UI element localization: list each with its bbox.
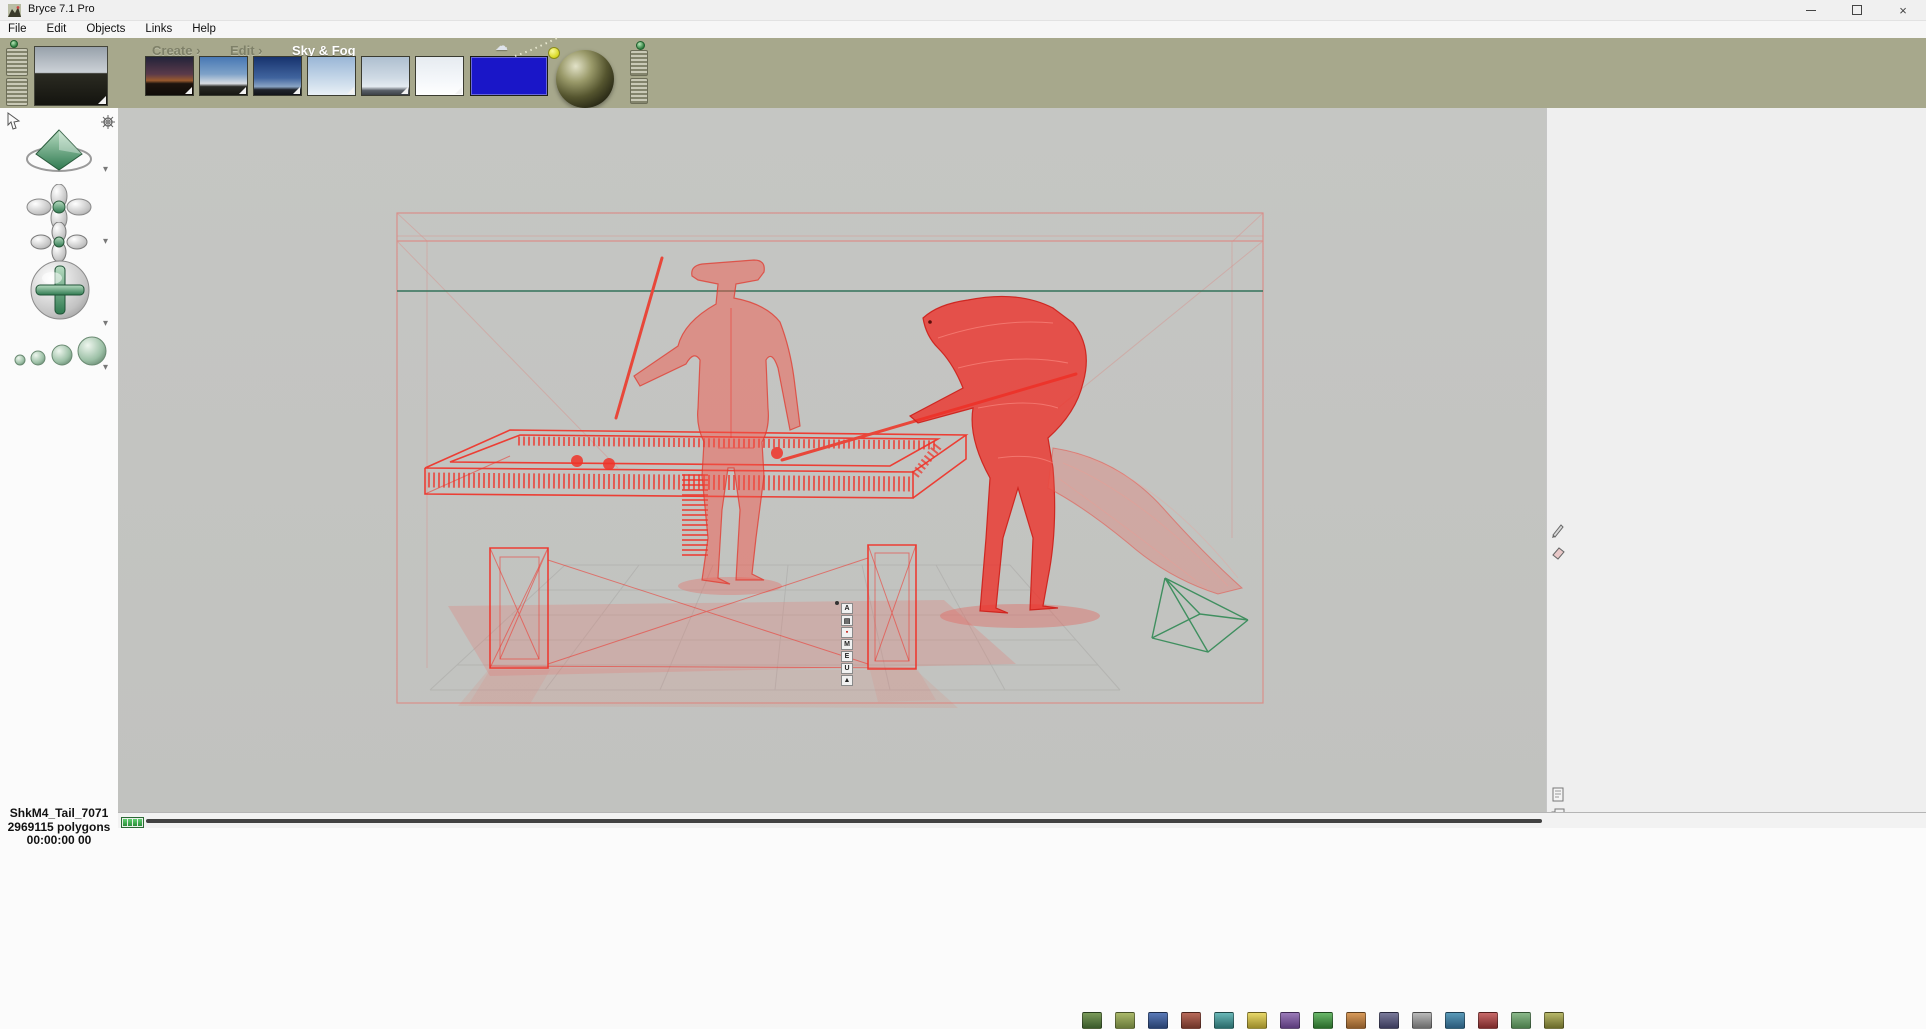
menu-help[interactable]: Help xyxy=(182,21,226,38)
chevron-down-icon[interactable]: ▾ xyxy=(103,236,108,247)
shark-tail-wireframe[interactable] xyxy=(1047,447,1244,595)
status-block: ShkM4_Tail_7071 2969115 polygons 00:00:0… xyxy=(0,806,118,847)
toolbar-right-stack-2[interactable] xyxy=(630,78,648,104)
sun-position-dot[interactable] xyxy=(548,47,560,59)
sky-preset-thumbnail-2[interactable] xyxy=(199,56,248,96)
menu-links[interactable]: Links xyxy=(135,21,182,38)
close-icon: × xyxy=(1899,2,1907,18)
sky-preset-thumbnail-3[interactable] xyxy=(253,56,302,96)
up-arrow-button[interactable]: ▲ xyxy=(841,675,853,686)
camera-orbit-control[interactable] xyxy=(26,222,92,262)
camera-palette: ▾ ▾ ▾ ▾ xyxy=(0,108,119,1029)
unity-button[interactable]: U xyxy=(841,663,853,674)
sky-preset-thumbnail-5[interactable] xyxy=(361,56,410,96)
viewport-canvas[interactable] xyxy=(118,108,1546,812)
render-progress-indicator xyxy=(121,817,144,828)
family-button[interactable]: ▤ xyxy=(841,615,853,626)
pencil-icon[interactable] xyxy=(1550,522,1566,538)
bottom-palette-icon-12[interactable] xyxy=(1445,1012,1465,1029)
sky-preset-thumbnail-6[interactable] xyxy=(415,56,464,96)
polygon-count: 2969115 polygons xyxy=(7,820,111,834)
sky-preset-thumbnail-1[interactable] xyxy=(145,56,194,96)
menu-edit[interactable]: Edit xyxy=(37,21,77,38)
preset-corner-handle[interactable] xyxy=(455,87,462,94)
app-icon xyxy=(8,4,21,17)
toolbar-left-stack-1[interactable] xyxy=(6,48,28,76)
horizontal-scrollbar[interactable] xyxy=(146,819,1542,823)
bottom-palette-icon-15[interactable] xyxy=(1544,1012,1564,1029)
preset-corner-handle[interactable] xyxy=(239,87,246,94)
sky-preset-thumbnail-4[interactable] xyxy=(307,56,356,96)
scroll-strip xyxy=(118,812,1926,829)
bottom-palette-icon-5[interactable] xyxy=(1214,1012,1234,1029)
toolbar-left-indicator[interactable] xyxy=(10,40,18,48)
cloud-icon[interactable]: ☁ xyxy=(495,38,508,54)
bottom-palette-icon-9[interactable] xyxy=(1346,1012,1366,1029)
toolbar-right-indicator[interactable] xyxy=(636,41,645,50)
menu-bar: File Edit Objects Links Help xyxy=(0,21,1926,39)
memory-dots-control[interactable] xyxy=(8,330,112,370)
maximize-button[interactable] xyxy=(1834,0,1880,20)
bottom-palette-icon-4[interactable] xyxy=(1181,1012,1201,1029)
pool-ball[interactable] xyxy=(603,458,615,470)
bottom-palette-icon-8[interactable] xyxy=(1313,1012,1333,1029)
pool-ball[interactable] xyxy=(771,447,783,459)
main-toolbar: Create › Edit › Sky & Fog ☁ xyxy=(0,37,1926,109)
gear-icon[interactable] xyxy=(100,114,116,130)
sky-color-swatch[interactable] xyxy=(470,56,548,96)
title-bar: Bryce 7.1 Pro × xyxy=(0,0,1926,21)
camera-trackball-control[interactable] xyxy=(28,258,92,322)
maximize-icon xyxy=(1852,5,1862,15)
origin-handle-dot[interactable] xyxy=(835,601,839,605)
menu-objects[interactable]: Objects xyxy=(76,21,135,38)
wireframe-scene xyxy=(396,212,1264,708)
bottom-palette-icon-13[interactable] xyxy=(1478,1012,1498,1029)
preset-corner-handle[interactable] xyxy=(347,87,354,94)
bottom-palette-row xyxy=(1082,1012,1564,1029)
nano-preview[interactable] xyxy=(34,46,108,106)
bottom-palette-icon-11[interactable] xyxy=(1412,1012,1432,1029)
sun-sky-dome-control[interactable] xyxy=(556,50,614,108)
preview-corner-handle[interactable] xyxy=(98,96,106,104)
attributes-button[interactable]: A xyxy=(841,603,853,614)
material-button[interactable]: M xyxy=(841,639,853,650)
window-title: Bryce 7.1 Pro xyxy=(28,3,95,15)
bottom-palette-icon-6[interactable] xyxy=(1247,1012,1267,1029)
bottom-palette-icon-3[interactable] xyxy=(1148,1012,1168,1029)
pool-ball[interactable] xyxy=(571,455,583,467)
camera-view-control[interactable] xyxy=(18,126,100,178)
page-icon[interactable] xyxy=(1550,786,1566,802)
minimize-icon xyxy=(1806,9,1816,11)
object-attribute-toolbar: A ▤ ▪ M E U ▲ xyxy=(841,603,854,686)
render-time: 00:00:00 00 xyxy=(26,833,92,847)
chevron-down-icon[interactable]: ▾ xyxy=(103,318,108,329)
preset-corner-handle[interactable] xyxy=(401,87,408,94)
toolbar-right-stack-1[interactable] xyxy=(630,50,648,76)
link-button[interactable]: ▪ xyxy=(841,627,853,638)
figure-hammerhead-standing[interactable] xyxy=(633,259,801,585)
edit-button[interactable]: E xyxy=(841,651,853,662)
selected-object-name: ShkM4_Tail_7071 xyxy=(9,806,109,820)
bottom-palette-icon-14[interactable] xyxy=(1511,1012,1531,1029)
bottom-palette-icon-1[interactable] xyxy=(1082,1012,1102,1029)
preset-corner-handle[interactable] xyxy=(293,87,300,94)
bottom-palette-icon-10[interactable] xyxy=(1379,1012,1399,1029)
bottom-area xyxy=(118,828,1926,1029)
bottom-palette-icon-7[interactable] xyxy=(1280,1012,1300,1029)
bottom-palette-icon-2[interactable] xyxy=(1115,1012,1135,1029)
toolbar-left-stack-2[interactable] xyxy=(6,78,28,106)
preset-corner-handle[interactable] xyxy=(185,87,192,94)
menu-file[interactable]: File xyxy=(0,21,37,38)
bryce-app-window: Bryce 7.1 Pro × File Edit Objects Links … xyxy=(0,0,1926,1029)
chevron-down-icon[interactable]: ▾ xyxy=(103,164,108,175)
eraser-icon[interactable] xyxy=(1550,544,1566,560)
minimize-button[interactable] xyxy=(1788,0,1834,20)
shadows xyxy=(448,577,1100,708)
close-button[interactable]: × xyxy=(1880,0,1926,20)
chevron-down-icon[interactable]: ▾ xyxy=(103,362,108,373)
cue-stick-vertical[interactable] xyxy=(614,256,664,420)
